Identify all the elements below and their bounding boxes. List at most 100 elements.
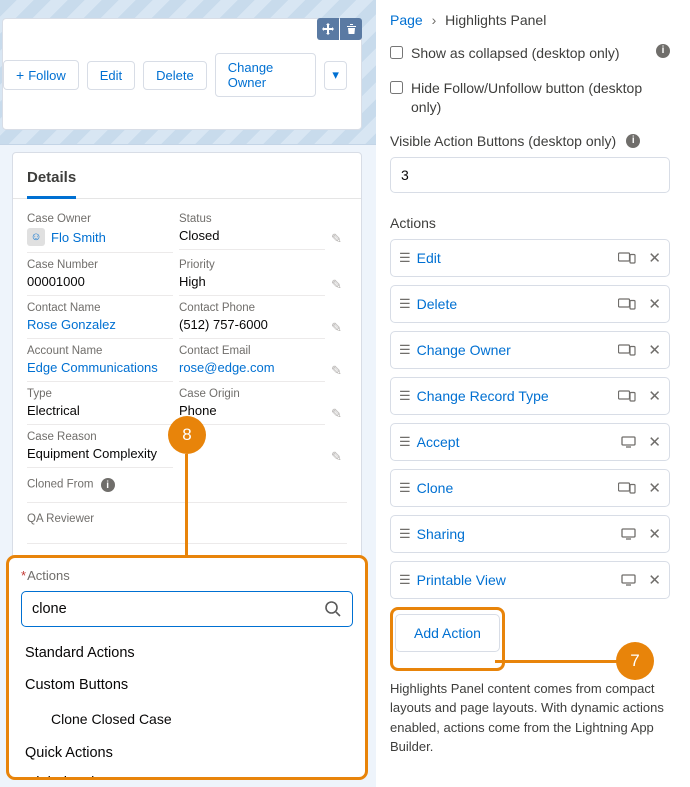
case-origin-label: Case Origin — [179, 388, 325, 400]
contact-name-label: Contact Name — [27, 302, 173, 314]
device-icon — [618, 298, 636, 310]
action-row-label: Clone — [417, 480, 611, 496]
remove-action-icon[interactable]: ✕ — [648, 341, 661, 359]
drag-handle-icon[interactable]: ☰ — [399, 572, 409, 588]
delete-button[interactable]: Delete — [143, 61, 207, 90]
callout-line — [495, 660, 617, 663]
account-name-value[interactable]: Edge Communications — [27, 357, 173, 382]
device-icon — [618, 482, 636, 494]
actions-search-popover: *Actions clone Standard Actions Custom B… — [6, 555, 368, 780]
remove-action-icon[interactable]: ✕ — [648, 249, 661, 267]
drag-handle-icon[interactable]: ☰ — [399, 480, 409, 496]
tab-details[interactable]: Details — [27, 169, 76, 199]
drag-handle-icon[interactable]: ☰ — [399, 526, 409, 542]
priority-value: High — [179, 271, 325, 296]
action-row[interactable]: ☰ Accept ✕ — [390, 423, 670, 461]
device-icon — [621, 436, 636, 448]
case-reason-value: Equipment Complexity — [27, 443, 173, 468]
action-row-label: Delete — [417, 296, 611, 312]
action-row-label: Change Record Type — [417, 388, 611, 404]
follow-button[interactable]: + Follow — [3, 60, 79, 90]
case-number-label: Case Number — [27, 259, 173, 271]
contact-name-value[interactable]: Rose Gonzalez — [27, 314, 173, 339]
drag-handle-icon[interactable]: ☰ — [399, 342, 409, 358]
breadcrumb-page[interactable]: Page — [390, 12, 423, 28]
case-owner-label: Case Owner — [27, 213, 173, 225]
type-label: Type — [27, 388, 173, 400]
case-number-value: 00001000 — [27, 271, 173, 296]
action-row[interactable]: ☰ Printable View ✕ — [390, 561, 670, 599]
action-row[interactable]: ☰ Change Record Type ✕ — [390, 377, 670, 415]
remove-action-icon[interactable]: ✕ — [648, 387, 661, 405]
info-icon[interactable]: i — [101, 478, 115, 492]
remove-action-icon[interactable]: ✕ — [648, 571, 661, 589]
breadcrumb: Page › Highlights Panel — [390, 12, 670, 44]
remove-action-icon[interactable]: ✕ — [648, 295, 661, 313]
drag-handle-icon[interactable]: ☰ — [399, 388, 409, 404]
contact-email-value[interactable]: rose@edge.com — [179, 357, 325, 382]
checkbox-show-collapsed[interactable]: Show as collapsed (desktop only) i — [390, 44, 670, 79]
remove-action-icon[interactable]: ✕ — [648, 525, 661, 543]
contact-email-label: Contact Email — [179, 345, 325, 357]
breadcrumb-current: Highlights Panel — [445, 12, 546, 28]
callout-line — [185, 454, 188, 558]
action-option-clone-closed-case[interactable]: Clone Closed Case — [21, 701, 353, 737]
action-row-label: Change Owner — [417, 342, 611, 358]
edit-pencil-icon[interactable]: ✎ — [331, 302, 347, 336]
actions-section-label: Actions — [390, 215, 670, 239]
action-row-label: Accept — [417, 434, 614, 450]
action-row[interactable]: ☰ Clone ✕ — [390, 469, 670, 507]
edit-button[interactable]: Edit — [87, 61, 135, 90]
action-row[interactable]: ☰ Sharing ✕ — [390, 515, 670, 553]
checkbox-hide-follow[interactable]: Hide Follow/Unfollow button (desktop onl… — [390, 79, 670, 133]
priority-label: Priority — [179, 259, 325, 271]
info-icon[interactable]: i — [626, 134, 640, 148]
action-row-label: Sharing — [417, 526, 614, 542]
visible-actions-input[interactable] — [390, 157, 670, 193]
add-action-button[interactable]: Add Action — [395, 614, 500, 652]
group-standard-actions[interactable]: Standard Actions — [21, 637, 353, 669]
edit-pencil-icon[interactable]: ✎ — [331, 213, 347, 247]
action-row[interactable]: ☰ Change Owner ✕ — [390, 331, 670, 369]
type-value: Electrical — [27, 400, 173, 425]
drag-handle-icon[interactable]: ☰ — [399, 296, 409, 312]
visible-actions-label: Visible Action Buttons (desktop only) — [390, 133, 616, 149]
edit-pencil-icon[interactable]: ✎ — [331, 345, 347, 379]
case-reason-label: Case Reason — [27, 431, 173, 443]
checkbox-show-collapsed-input[interactable] — [390, 46, 403, 59]
group-global-actions[interactable]: Global Actions — [21, 769, 353, 780]
contact-phone-value: (512) 757-6000 — [179, 314, 325, 339]
delete-component-icon[interactable] — [340, 18, 362, 40]
change-owner-button[interactable]: Change Owner — [215, 53, 317, 97]
more-actions-button[interactable]: ▾ — [324, 61, 347, 90]
highlights-card: + Follow Edit Delete Change Owner ▾ — [2, 18, 362, 130]
account-name-label: Account Name — [27, 345, 173, 357]
follow-label: Follow — [28, 68, 66, 83]
move-icon[interactable] — [317, 18, 339, 40]
callout-7: 7 — [616, 642, 654, 680]
status-value: Closed — [179, 225, 325, 250]
remove-action-icon[interactable]: ✕ — [648, 433, 661, 451]
checkbox-hide-follow-input[interactable] — [390, 81, 403, 94]
help-text: Highlights Panel content comes from comp… — [390, 671, 670, 757]
drag-handle-icon[interactable]: ☰ — [399, 434, 409, 450]
search-icon — [324, 600, 342, 618]
actions-search-input[interactable]: clone — [21, 591, 353, 627]
info-icon[interactable]: i — [656, 44, 670, 58]
callout-8: 8 — [168, 416, 206, 454]
case-owner-value[interactable]: ☺ Flo Smith — [27, 225, 173, 253]
group-custom-buttons[interactable]: Custom Buttons — [21, 669, 353, 701]
drag-handle-icon[interactable]: ☰ — [399, 250, 409, 266]
edit-pencil-icon[interactable]: ✎ — [331, 431, 347, 465]
owner-avatar-icon: ☺ — [27, 228, 45, 246]
device-icon — [618, 344, 636, 356]
device-icon — [621, 528, 636, 540]
group-quick-actions[interactable]: Quick Actions — [21, 737, 353, 769]
action-row[interactable]: ☰Edit✕ — [390, 239, 670, 277]
edit-pencil-icon[interactable]: ✎ — [331, 388, 347, 422]
action-row[interactable]: ☰ Delete ✕ — [390, 285, 670, 323]
action-row-label: Printable View — [417, 572, 614, 588]
edit-pencil-icon[interactable]: ✎ — [331, 259, 347, 293]
status-label: Status — [179, 213, 325, 225]
remove-action-icon[interactable]: ✕ — [648, 479, 661, 497]
